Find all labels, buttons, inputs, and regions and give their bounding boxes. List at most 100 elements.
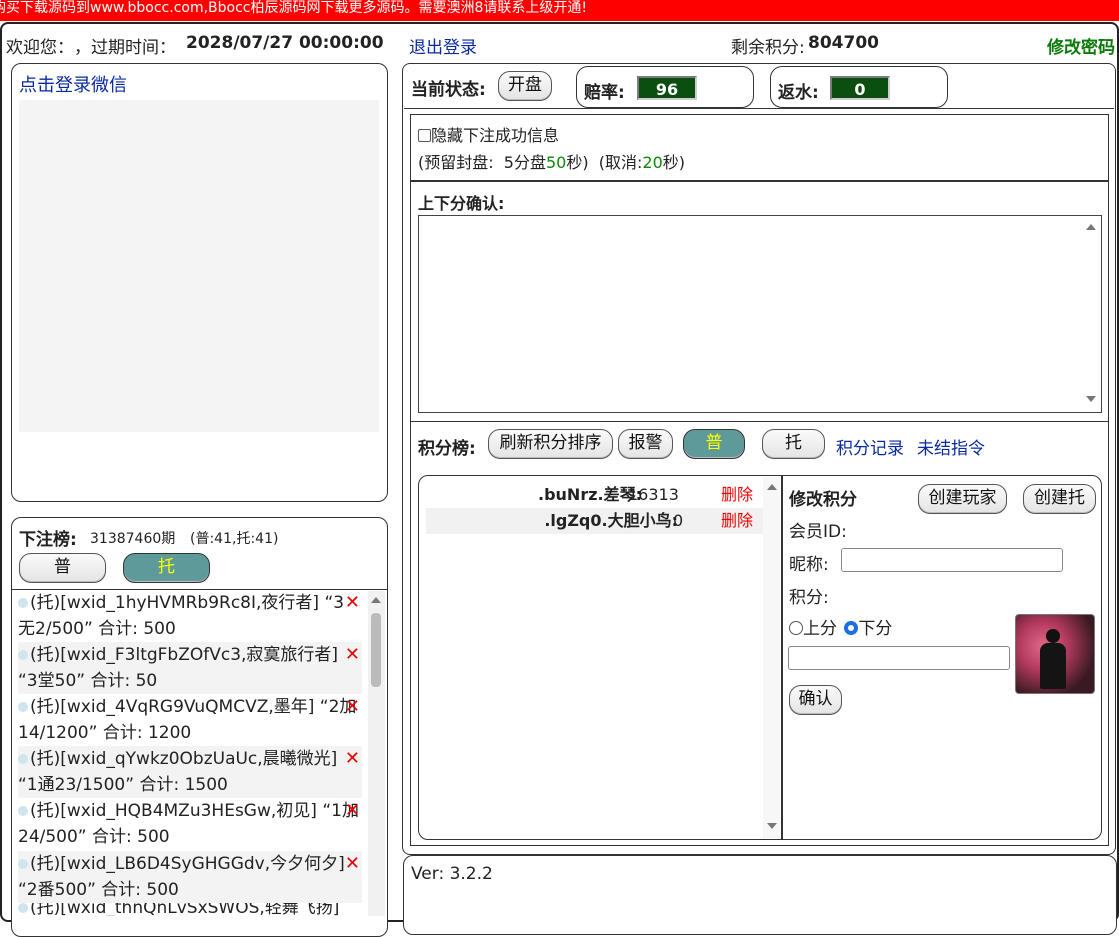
down-points-label: 下分 (858, 619, 893, 639)
scroll-down-icon[interactable] (767, 823, 777, 829)
confirm-textarea[interactable] (418, 215, 1102, 413)
dot-icon (18, 754, 28, 764)
dot-icon (18, 859, 28, 869)
dot-icon (18, 806, 28, 816)
bet-line: 14/1200” 合计: 1200 (18, 723, 192, 743)
points-input[interactable] (788, 646, 1010, 670)
reserve-info: (预留封盘: 5分盘50秒) (取消:20秒) (418, 149, 685, 173)
welcome-text: 欢迎您： (6, 38, 74, 58)
create-tuo-button[interactable]: 创建托 (1023, 484, 1096, 514)
delete-link[interactable]: 删除 (721, 482, 753, 508)
list-item: (托)[wxid_qYwkz0ObzUaUc,晨曦微光] “1通23/1500”… (18, 746, 362, 798)
close-icon[interactable]: ✕ (345, 590, 360, 616)
bet-normal-button[interactable]: 普 (19, 553, 106, 583)
scoreboard-tuo-button[interactable]: 托 (762, 429, 825, 459)
list-item: (托)[wxid_4VqRG9VuQMCVZ,墨年] “2加 14/1200” … (18, 694, 362, 746)
dot-icon (18, 650, 28, 660)
delete-link[interactable]: 删除 (721, 508, 753, 534)
bet-list-label: 下注榜: (19, 530, 77, 550)
top-banner: 购买下载源码到www.bbocc.com,Bbocc柏辰源码网下载更多源码。需要… (0, 0, 1119, 21)
bet-tuo-button[interactable]: 托 (123, 553, 210, 583)
hide-success-checkbox[interactable] (418, 129, 431, 142)
bet-period: 31387460期 (90, 531, 176, 547)
pending-orders-link[interactable]: 未结指令 (917, 434, 985, 459)
change-password-link[interactable]: 修改密码 (1047, 33, 1115, 58)
logout-link[interactable]: 退出登录 (409, 33, 477, 58)
dot-icon (18, 702, 28, 712)
rebate-box: 返水: 0 (770, 66, 948, 108)
odds-box: 赔率: 96 (576, 66, 754, 108)
dot-icon (18, 903, 28, 913)
bet-line: “3堂50” 合计: 50 (18, 671, 158, 691)
reserve-mid: 秒) (取消: (566, 153, 643, 172)
scroll-up-icon[interactable] (371, 597, 381, 603)
list-item: (托)[wxid_LB6D4SyGHGGdv,今夕何夕] “2番500” 合计:… (18, 851, 362, 903)
scoreboard-normal-button[interactable]: 普 (683, 429, 745, 459)
scoreboard-label: 积分榜: (418, 439, 476, 459)
odds-value[interactable]: 96 (637, 76, 697, 100)
points-records-link[interactable]: 积分记录 (836, 434, 904, 459)
close-icon[interactable]: ✕ (345, 746, 360, 772)
expiry-value: 2028/07/27 00:00:00 (186, 33, 384, 53)
points-field-label: 积分: (789, 588, 829, 608)
list-item: (托)[wxid_1hyHVMRb9Rc8I,夜行者] “3 无2/500” 合… (18, 590, 362, 642)
close-icon[interactable]: ✕ (345, 851, 360, 877)
bet-counts: (普:41,托:41) (190, 531, 279, 547)
confirm-button[interactable]: 确认 (789, 685, 842, 715)
table-row: .buNrz.差琴: 16313 删除 (426, 482, 766, 508)
create-player-button[interactable]: 创建玩家 (918, 484, 1007, 514)
rank-name: .lgZq0.大胆小鸟: (544, 511, 678, 530)
header-bar: 欢迎您： ，过期时间： 2028/07/27 00:00:00 退出登录 剩余积… (0, 33, 1119, 58)
close-icon[interactable]: ✕ (345, 642, 360, 668)
nickname-label: 昵称: (789, 555, 829, 575)
table-row: .lgZq0.大胆小鸟: 0 删除 (426, 508, 766, 534)
scroll-up-icon[interactable] (1086, 224, 1096, 230)
rebate-value[interactable]: 0 (830, 76, 890, 100)
version-text: Ver: 3.2.2 (411, 864, 493, 884)
reserve-suffix: 秒) (662, 153, 686, 172)
bet-line: 24/500” 合计: 500 (18, 827, 170, 847)
scroll-up-icon[interactable] (767, 484, 777, 490)
up-points-radio[interactable] (789, 621, 803, 635)
bet-line: (托)[wxid_qYwkz0ObzUaUc,晨曦微光] (30, 749, 338, 769)
status-label: 当前状态: (411, 80, 486, 100)
list-item: (托)[wxid_F3ltgFbZOfVc3,寂寞旅行者] “3堂50” 合计:… (18, 642, 362, 694)
dot-icon (18, 598, 28, 608)
hide-success-option: 隐藏下注成功信息 (418, 122, 559, 146)
cancel-seconds: 20 (642, 153, 663, 172)
alarm-button[interactable]: 报警 (618, 429, 673, 459)
scroll-down-icon[interactable] (1086, 396, 1096, 402)
scroll-thumb[interactable] (371, 613, 381, 687)
reserve-seconds: 50 (546, 153, 567, 172)
bet-line: 无2/500” 合计: 500 (18, 619, 176, 639)
nickname-input[interactable] (841, 548, 1063, 572)
rank-score: 0 (673, 511, 684, 530)
bet-line: (托)[wxid_4VqRG9VuQMCVZ,墨年] “2加 (30, 697, 357, 717)
hide-success-label: 隐藏下注成功信息 (431, 126, 560, 145)
bet-line: “1通23/1500” 合计: 1500 (18, 775, 228, 795)
wechat-qr-area (19, 100, 379, 432)
up-points-label: 上分 (803, 619, 837, 639)
bet-list-scrollbar[interactable] (368, 591, 385, 916)
close-icon[interactable]: ✕ (345, 694, 360, 720)
version-panel: Ver: 3.2.2 (403, 855, 1117, 935)
avatar-head (1046, 629, 1060, 643)
divider (781, 476, 783, 839)
ranking-scrollbar[interactable] (763, 477, 780, 838)
modify-points-title: 修改积分 (789, 490, 857, 510)
bet-line: (托)[wxid_1hyHVMRb9Rc8I,夜行者] “3 (30, 593, 345, 613)
bet-line: (托)[wxid_thnQnLvSxSWOS,轻舞飞扬] “2 (30, 903, 340, 916)
points-label: 剩余积分: (731, 38, 805, 58)
bet-line: (托)[wxid_LB6D4SyGHGGdv,今夕何夕] (30, 854, 345, 874)
bet-line: (托)[wxid_F3ltgFbZOfVc3,寂寞旅行者] (30, 645, 339, 665)
close-icon[interactable]: ✕ (345, 798, 360, 824)
divider (410, 421, 1109, 422)
bet-line: (托)[wxid_HQB4MZu3HEsGw,初见] “1加 (30, 801, 359, 821)
refresh-ranking-button[interactable]: 刷新积分排序 (488, 429, 613, 459)
divider (404, 108, 1114, 109)
wechat-login-link[interactable]: 点击登录微信 (19, 71, 127, 97)
list-item: (托)[wxid_HQB4MZu3HEsGw,初见] “1加 24/500” 合… (18, 798, 362, 850)
open-market-button[interactable]: 开盘 (498, 71, 552, 101)
avatar-body (1040, 643, 1066, 689)
down-points-radio[interactable] (844, 621, 859, 635)
